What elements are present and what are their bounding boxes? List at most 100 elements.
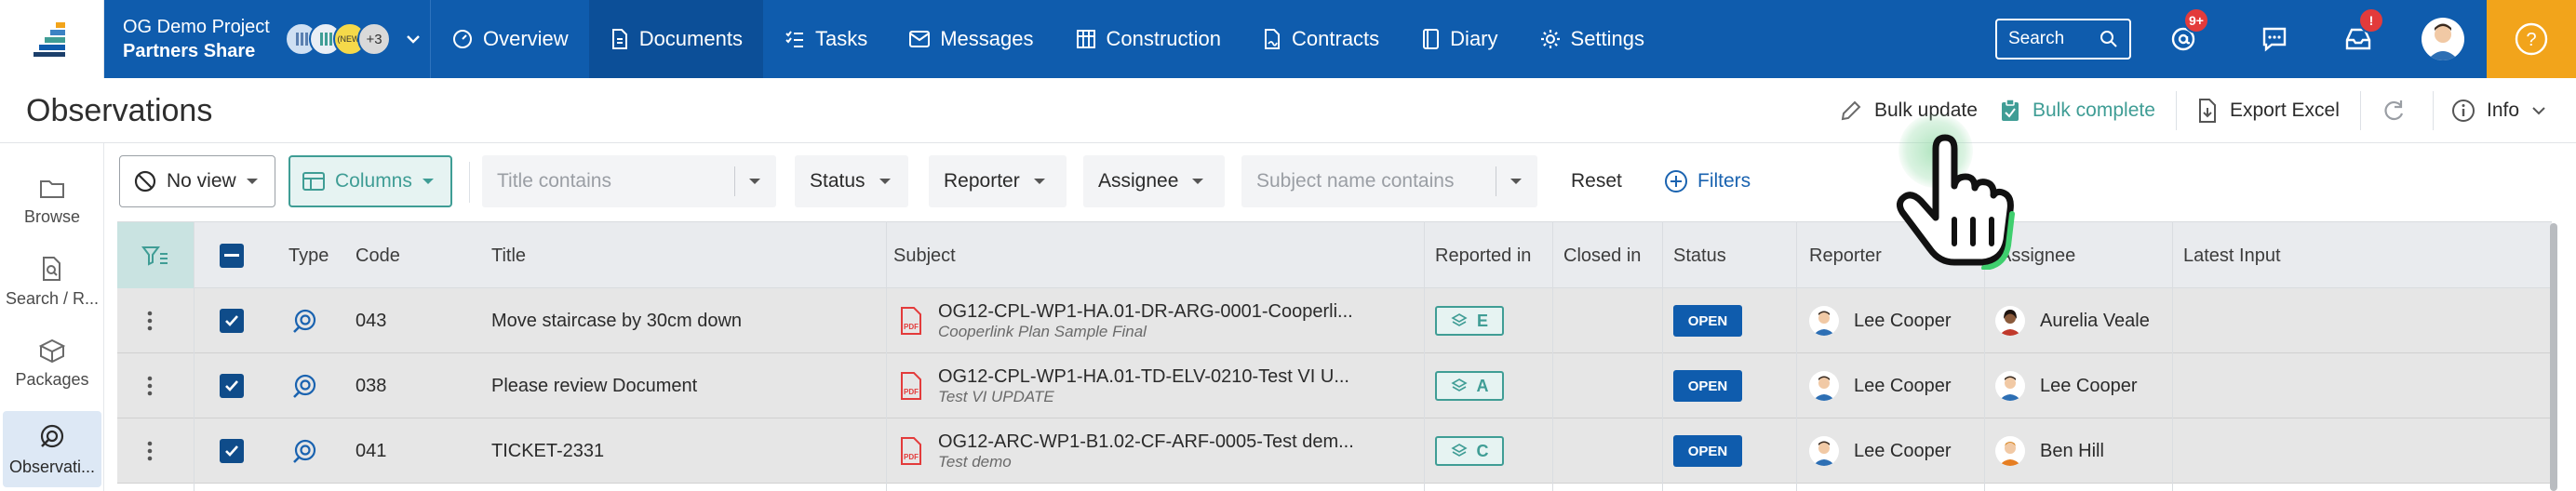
status-badge: OPEN bbox=[1673, 370, 1742, 402]
sidebar-item-label: Search / R... bbox=[5, 288, 100, 308]
title-cell[interactable]: TICKET-2331 bbox=[491, 418, 882, 484]
export-excel-button[interactable]: Export Excel bbox=[2196, 78, 2340, 143]
assignee-filter-label: Assignee bbox=[1098, 170, 1179, 192]
row-checkbox-cell[interactable] bbox=[220, 418, 244, 484]
layers-icon bbox=[1450, 444, 1468, 457]
nav-construction[interactable]: Construction bbox=[1054, 0, 1242, 78]
sidebar-item-browse[interactable]: Browse bbox=[0, 164, 104, 240]
chevron-down-icon bbox=[2532, 107, 2545, 115]
assignee-filter[interactable]: Assignee bbox=[1083, 155, 1225, 207]
nav-messages[interactable]: Messages bbox=[888, 0, 1053, 78]
reporter-cell: Lee Cooper bbox=[1809, 418, 1952, 484]
row-checkbox[interactable] bbox=[220, 309, 244, 333]
nav-tasks[interactable]: Tasks bbox=[763, 0, 888, 78]
title-cell[interactable]: Please review Document bbox=[491, 353, 882, 418]
column-header-subject[interactable]: Subject bbox=[893, 222, 956, 289]
column-header-type[interactable]: Type bbox=[288, 222, 329, 289]
column-header-reporter[interactable]: Reporter bbox=[1809, 222, 1882, 289]
nav-label: Settings bbox=[1570, 27, 1645, 50]
nav-label: Diary bbox=[1450, 27, 1498, 50]
table-scrollbar[interactable] bbox=[2550, 223, 2557, 491]
row-checkbox[interactable] bbox=[220, 439, 244, 463]
subject-name: OG12-CPL-WP1-HA.01-DR-ARG-0001-Cooperli.… bbox=[938, 301, 1353, 322]
refresh-icon bbox=[2384, 100, 2404, 121]
nav-documents[interactable]: Documents bbox=[588, 0, 763, 78]
sidebar-item-packages[interactable]: Packages bbox=[0, 325, 104, 402]
status-filter[interactable]: Status bbox=[795, 155, 908, 207]
table-row[interactable]: 038 Please review Document PDF OG12-CPL-… bbox=[117, 353, 2552, 418]
sidebar-item-label: Observati... bbox=[8, 457, 96, 476]
row-menu-button[interactable] bbox=[147, 288, 153, 353]
columns-button[interactable]: Columns bbox=[288, 155, 452, 207]
logo-icon bbox=[33, 22, 65, 57]
member-figure-icon bbox=[296, 33, 308, 46]
table-row[interactable]: 043 Move staircase by 30cm down PDF OG12… bbox=[117, 288, 2552, 353]
more-filters-button[interactable]: Filters bbox=[1664, 155, 1751, 207]
avatar bbox=[1995, 436, 2025, 466]
nav-diary[interactable]: Diary bbox=[1400, 0, 1518, 78]
nav-contracts[interactable]: Contracts bbox=[1241, 0, 1400, 78]
column-filter-toggle[interactable] bbox=[117, 222, 194, 289]
reporter-filter[interactable]: Reporter bbox=[929, 155, 1067, 207]
chat-button[interactable] bbox=[2256, 20, 2293, 58]
global-search-button[interactable]: Search bbox=[1995, 19, 2131, 60]
row-checkbox-cell[interactable] bbox=[220, 353, 244, 418]
reset-filters-button[interactable]: Reset bbox=[1571, 155, 1622, 207]
mentions-button[interactable]: 9+ bbox=[2165, 7, 2209, 58]
info-button[interactable]: Info bbox=[2451, 78, 2547, 143]
columns-icon bbox=[302, 172, 325, 191]
nav-label: Construction bbox=[1106, 27, 1222, 50]
subject-cell[interactable]: PDF OG12-CPL-WP1-HA.01-DR-ARG-0001-Coope… bbox=[899, 288, 1420, 353]
table-row[interactable]: 041 TICKET-2331 PDF OG12-ARC-WP1-B1.02-C… bbox=[117, 418, 2552, 484]
person-avatar-icon bbox=[1813, 441, 1835, 466]
help-button[interactable]: ? bbox=[2487, 0, 2576, 78]
select-all-checkbox-cell[interactable] bbox=[220, 222, 244, 289]
nav-settings[interactable]: Settings bbox=[1519, 0, 1666, 78]
subject-filter-input[interactable]: Subject name contains bbox=[1241, 155, 1537, 207]
project-members[interactable]: (NEW) +3 bbox=[281, 0, 430, 78]
column-divider bbox=[1662, 221, 1663, 491]
view-selector[interactable]: No view bbox=[119, 155, 275, 207]
row-menu-button[interactable] bbox=[147, 418, 153, 484]
row-menu-button[interactable] bbox=[147, 353, 153, 418]
row-checkbox[interactable] bbox=[220, 374, 244, 398]
chevron-down-icon[interactable] bbox=[404, 30, 423, 48]
refresh-button[interactable] bbox=[2381, 78, 2407, 143]
title-cell[interactable]: Move staircase by 30cm down bbox=[491, 288, 882, 353]
column-header-latest-input[interactable]: Latest Input bbox=[2183, 222, 2281, 289]
user-avatar[interactable] bbox=[2422, 18, 2464, 60]
folder-icon bbox=[40, 179, 64, 198]
search-label: Search bbox=[2008, 29, 2065, 48]
column-header-closed-in[interactable]: Closed in bbox=[1563, 222, 1641, 289]
minus-icon bbox=[224, 254, 239, 257]
check-icon bbox=[225, 445, 238, 457]
row-checkbox-cell[interactable] bbox=[220, 288, 244, 353]
subject-cell[interactable]: PDF OG12-CPL-WP1-HA.01-TD-ELV-0210-Test … bbox=[899, 353, 1420, 418]
sidebar-item-search[interactable]: Search / R... bbox=[0, 244, 104, 320]
bulk-complete-button[interactable]: Bulk complete bbox=[1999, 78, 2155, 143]
reported-in-cell: A bbox=[1435, 353, 1504, 418]
revision-badge: E bbox=[1435, 306, 1504, 336]
column-header-code[interactable]: Code bbox=[356, 222, 400, 289]
app-logo[interactable] bbox=[0, 0, 104, 78]
column-header-reported-in[interactable]: Reported in bbox=[1435, 222, 1531, 289]
more-filters-label: Filters bbox=[1697, 170, 1751, 192]
svg-text:PDF: PDF bbox=[904, 323, 919, 331]
page-header: Observations Bulk update Bulk complete E… bbox=[0, 78, 2576, 143]
nav-label: Overview bbox=[483, 27, 569, 50]
subject-description: Test demo bbox=[938, 453, 1012, 471]
sidebar-item-observations[interactable]: Observati... bbox=[3, 411, 101, 487]
nav-overview[interactable]: Overview bbox=[431, 0, 589, 78]
column-header-status[interactable]: Status bbox=[1673, 222, 1726, 289]
subject-cell[interactable]: PDF OG12-ARC-WP1-B1.02-CF-ARF-0005-Test … bbox=[899, 418, 1420, 484]
type-cell bbox=[290, 353, 318, 418]
pdf-file-icon: PDF bbox=[901, 437, 921, 465]
select-all-checkbox[interactable] bbox=[220, 244, 244, 268]
inbox-button[interactable]: ! bbox=[2340, 7, 2384, 58]
column-header-title[interactable]: Title bbox=[491, 222, 526, 289]
header-divider bbox=[2176, 91, 2177, 130]
more-vertical-icon bbox=[147, 376, 153, 396]
title-filter-input[interactable]: Title contains bbox=[482, 155, 776, 207]
no-view-icon bbox=[134, 170, 156, 192]
project-switcher[interactable]: OG Demo Project Partners Share bbox=[104, 0, 281, 78]
